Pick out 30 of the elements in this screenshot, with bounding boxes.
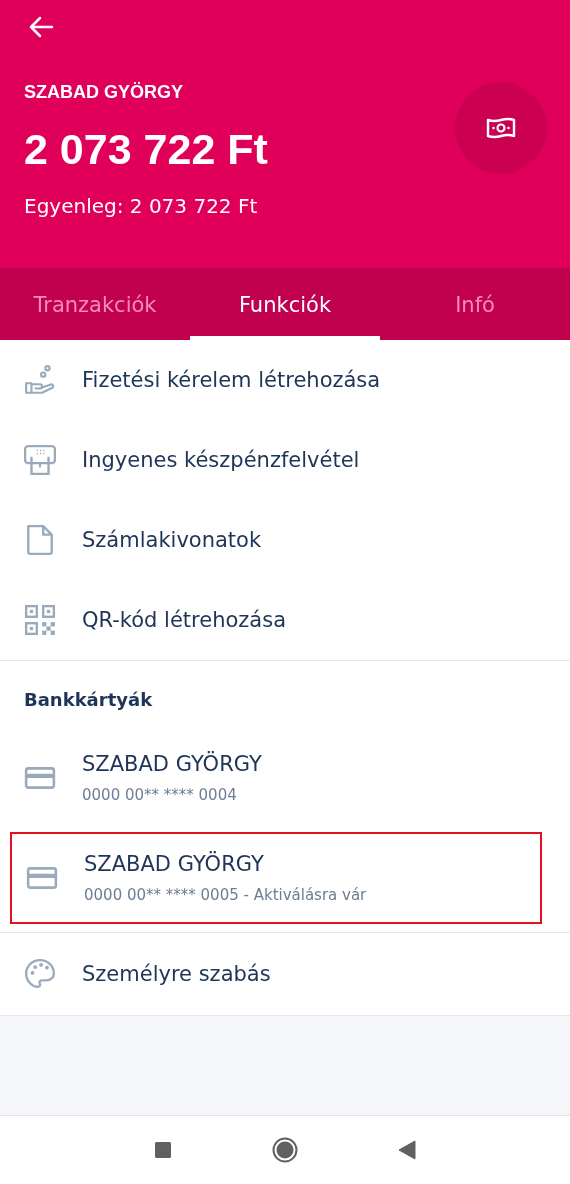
section-title: Bankkártyák xyxy=(23,688,154,712)
home-icon[interactable] xyxy=(272,1137,298,1163)
tab[interactable]: Funkciók xyxy=(190,268,380,340)
account-amount: 2 073 722 Ft xyxy=(24,125,268,174)
hand-coins-icon xyxy=(24,364,56,396)
card-number: 0000 00** **** 0005 - Aktiválásra vár xyxy=(84,886,367,904)
function-label: Számlakivonatok xyxy=(82,528,262,552)
function-item[interactable]: Számlakivonatok xyxy=(0,500,570,580)
function-item[interactable]: Ingyenes készpénzfelvétel xyxy=(0,420,570,500)
qr-code-icon xyxy=(24,604,56,636)
card-holder: SZABAD GYÖRGY xyxy=(82,752,262,776)
recents-icon[interactable] xyxy=(154,1141,172,1159)
personalize-label: Személyre szabás xyxy=(82,962,271,986)
card-item[interactable]: SZABAD GYÖRGY 0000 00** **** 0004 xyxy=(0,732,560,824)
account-owner: SZABAD GYÖRGY xyxy=(24,82,183,103)
balance-text: Egyenleg: 2 073 722 Ft xyxy=(24,194,258,218)
document-icon xyxy=(24,524,56,556)
function-label: QR-kód létrehozása xyxy=(82,608,287,632)
highlighted-card-item[interactable]: SZABAD GYÖRGY 0000 00** **** 0005 - Aktiválásra vár xyxy=(10,832,542,924)
function-item[interactable]: QR-kód létrehozása xyxy=(0,580,570,660)
function-label: Ingyenes készpénzfelvétel xyxy=(82,448,360,472)
card-holder: SZABAD GYÖRGY xyxy=(84,852,265,876)
back-arrow-icon[interactable] xyxy=(28,16,54,38)
banknote-icon xyxy=(486,117,516,139)
atm-icon xyxy=(24,444,56,476)
function-item[interactable]: Fizetési kérelem létrehozása xyxy=(0,340,570,420)
card-number: 0000 00** **** 0004 xyxy=(82,786,238,804)
function-label: Fizetési kérelem létrehozása xyxy=(82,368,381,392)
palette-icon xyxy=(24,958,56,990)
back-icon[interactable] xyxy=(398,1140,416,1160)
